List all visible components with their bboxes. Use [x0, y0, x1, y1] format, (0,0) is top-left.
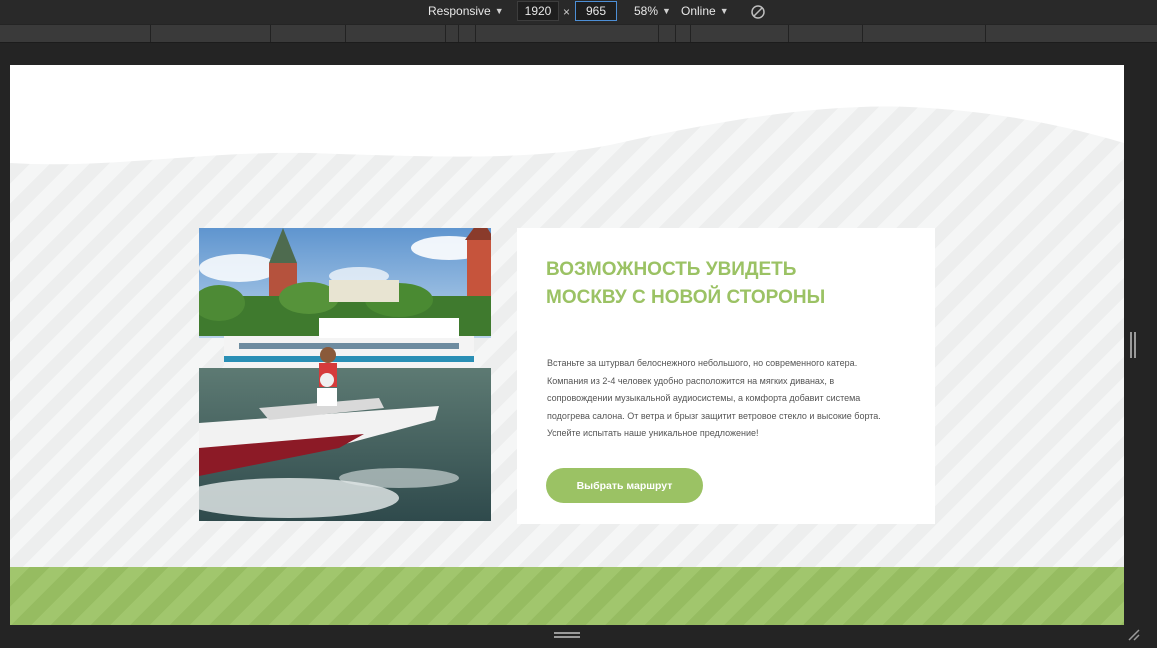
zoom-dropdown[interactable]: 58% ▼ — [634, 4, 671, 18]
choose-route-button[interactable]: Выбрать маршрут — [546, 468, 703, 503]
throttling-dropdown[interactable]: Online ▼ — [681, 4, 729, 18]
height-input[interactable] — [575, 1, 617, 21]
chevron-down-icon: ▼ — [719, 6, 729, 16]
width-input[interactable] — [517, 1, 559, 21]
band-pattern — [10, 567, 1124, 625]
rotate-icon[interactable] — [750, 4, 766, 20]
width-resize-handle[interactable] — [1130, 332, 1137, 358]
boat-photo — [199, 228, 491, 521]
offer-title: Возможность увидеть Москву с новой сторо… — [546, 259, 826, 308]
chevron-down-icon: ▼ — [494, 6, 504, 16]
footer-band — [10, 567, 1124, 625]
device-mode-dropdown[interactable]: Responsive ▼ — [428, 4, 504, 18]
top-wave — [10, 65, 1124, 165]
dimension-separator: × — [563, 5, 571, 19]
offer-card: Возможность увидеть Москву с новой сторо… — [517, 228, 935, 524]
offer-description: Встаньте за штурвал белоснежного небольш… — [547, 358, 881, 438]
zoom-label: 58% — [634, 4, 659, 18]
throttling-label: Online — [681, 4, 716, 18]
device-mode-label: Responsive — [428, 4, 491, 18]
media-query-bar[interactable] — [0, 25, 1157, 43]
device-toolbar: Responsive ▼ × 58% ▼ Online ▼ — [0, 0, 1157, 24]
chevron-down-icon: ▼ — [662, 6, 671, 16]
height-resize-handle[interactable] — [554, 632, 580, 638]
page-viewport: Возможность увидеть Москву с новой сторо… — [10, 65, 1124, 625]
corner-resize-icon[interactable] — [1127, 628, 1141, 642]
